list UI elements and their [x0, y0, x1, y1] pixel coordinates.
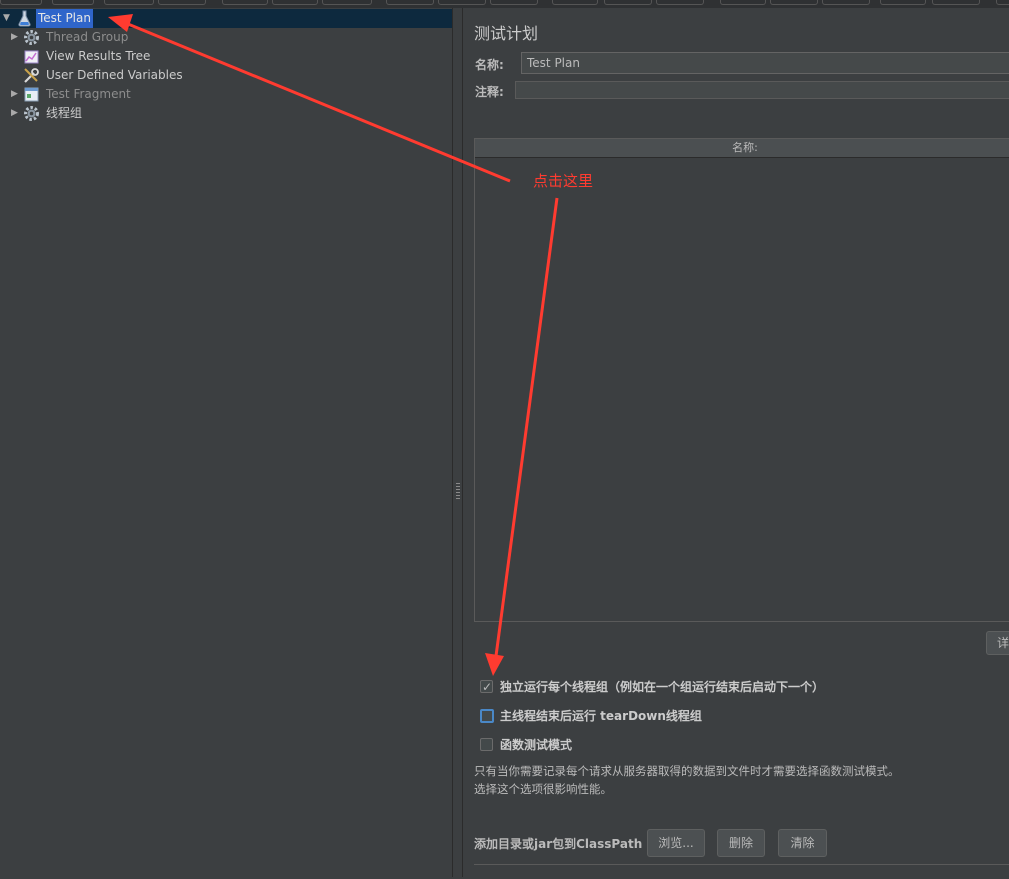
- splitter-grip[interactable]: [456, 483, 460, 499]
- table-header-name[interactable]: 名称:: [475, 139, 1009, 158]
- toolbar-button[interactable]: [770, 0, 818, 5]
- toolbar-button[interactable]: [52, 0, 94, 5]
- tree-pane: ▼ Test Plan ▶ Thread Group View Results …: [0, 8, 452, 877]
- toolbar-button[interactable]: [656, 0, 704, 5]
- functional-note-line1: 只有当你需要记录每个请求从服务器取得的数据到文件时才需要选择函数测试模式。: [474, 764, 900, 778]
- tree-item-label: User Defined Variables: [46, 68, 183, 82]
- toolbar-button[interactable]: [386, 0, 434, 5]
- browse-button[interactable]: 浏览...: [647, 829, 705, 857]
- toolbar-button[interactable]: [222, 0, 268, 5]
- toolbar-button[interactable]: [272, 0, 318, 5]
- expand-down-icon[interactable]: ▼: [3, 9, 13, 28]
- teardown-label: 主线程结束后运行 tearDown线程组: [500, 709, 702, 723]
- functional-mode-checkbox[interactable]: [480, 738, 493, 751]
- toolbar-button[interactable]: [490, 0, 538, 5]
- gear-icon: [24, 30, 39, 45]
- tree-item-label: Thread Group: [46, 30, 129, 44]
- tree-item-label: 线程组: [46, 106, 83, 120]
- expand-right-icon[interactable]: ▶: [11, 28, 21, 47]
- toolbar-button[interactable]: [932, 0, 980, 5]
- toolbar-button[interactable]: [104, 0, 154, 5]
- name-label: 名称:: [475, 58, 504, 72]
- run-each-checkbox[interactable]: [480, 678, 493, 696]
- clear-button[interactable]: 清除: [778, 829, 827, 857]
- toolbar-button[interactable]: [158, 0, 206, 5]
- comment-label: 注释:: [475, 85, 504, 99]
- toolbar-button[interactable]: [822, 0, 870, 5]
- gear-icon: [24, 106, 39, 121]
- chart-icon: [24, 50, 39, 64]
- expand-right-icon[interactable]: ▶: [11, 104, 21, 123]
- functional-mode-label: 函数测试模式: [500, 738, 573, 752]
- toolbar-button[interactable]: [552, 0, 598, 5]
- toolbar-button[interactable]: [322, 0, 372, 5]
- toolbar-button[interactable]: [880, 0, 926, 5]
- toolbar-strip: [0, 0, 1009, 8]
- toolbar-button[interactable]: [996, 0, 1009, 5]
- toolbar-button[interactable]: [438, 0, 486, 5]
- flask-icon: [18, 10, 31, 27]
- wrench-icon: [24, 68, 39, 83]
- toolbar-button[interactable]: [604, 0, 652, 5]
- tree-item-test-plan[interactable]: ▼ Test Plan: [0, 9, 452, 28]
- classpath-label: 添加目录或jar包到ClassPath: [474, 837, 643, 851]
- teardown-checkbox[interactable]: [480, 709, 494, 723]
- toolbar-button[interactable]: [0, 0, 42, 5]
- comment-input[interactable]: [515, 81, 1009, 99]
- test-plan-panel: 测试计划 名称: Test Plan 注释: 名称: 详 独立运行每个线程组（例…: [463, 8, 1009, 879]
- tree-item-label: View Results Tree: [46, 49, 151, 63]
- run-each-label: 独立运行每个线程组（例如在一个组运行结束后启动下一个）: [500, 680, 825, 694]
- fragment-icon: [24, 87, 39, 102]
- expand-right-icon[interactable]: ▶: [11, 85, 21, 104]
- functional-note-line2: 选择这个选项很影响性能。: [474, 782, 612, 796]
- name-input[interactable]: Test Plan: [521, 52, 1009, 74]
- pane-splitter[interactable]: [452, 8, 463, 877]
- delete-button[interactable]: 删除: [717, 829, 765, 857]
- tree-item-label: Test Fragment: [46, 87, 131, 101]
- user-variables-table[interactable]: 名称:: [474, 138, 1009, 622]
- toolbar-button[interactable]: [720, 0, 766, 5]
- tree-item-label: Test Plan: [36, 9, 93, 28]
- annotation-label: 点击这里: [533, 172, 594, 190]
- detail-button[interactable]: 详: [986, 631, 1009, 655]
- panel-title: 测试计划: [474, 24, 539, 43]
